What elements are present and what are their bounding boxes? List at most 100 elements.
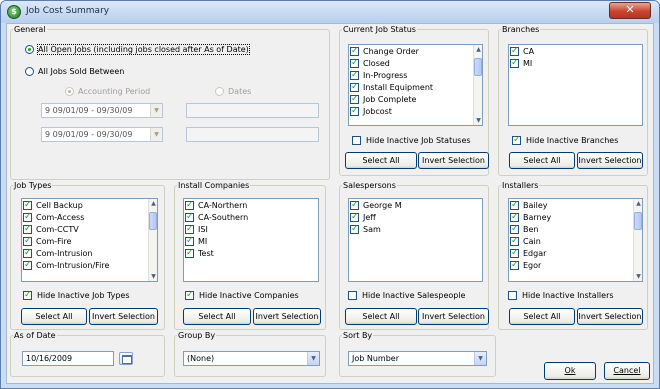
list-item[interactable]: Cain <box>509 235 642 248</box>
scroll-up-icon[interactable]: ▲ <box>149 199 157 208</box>
hide-inactive-branches[interactable]: Hide Inactive Branches <box>512 134 618 147</box>
list-item[interactable]: Edgar <box>509 247 642 260</box>
list-item[interactable]: Com-Fire <box>22 235 157 248</box>
cancel-button[interactable]: Cancel <box>604 362 650 380</box>
checkbox[interactable] <box>510 57 519 69</box>
salespersons-list[interactable]: George M Jeff Sam <box>348 198 483 282</box>
close-button[interactable]: ✕ <box>609 2 651 19</box>
branches-invert-selection-button[interactable]: Invert Selection <box>577 152 643 169</box>
accounting-period-option[interactable]: Accounting Period <box>65 86 150 98</box>
scroll-thumb[interactable] <box>634 212 642 230</box>
group-by-select[interactable]: (None) ▼ <box>183 351 320 366</box>
job-types-invert-selection-button[interactable]: Invert Selection <box>89 308 158 325</box>
branches-select-all-button[interactable]: Select All <box>509 152 575 169</box>
installers-scrollbar[interactable]: ▲ ▼ <box>633 199 642 281</box>
install-companies-invert-selection-button[interactable]: Invert Selection <box>253 308 321 325</box>
checkbox[interactable] <box>350 199 359 211</box>
list-item[interactable]: In-Progress <box>349 69 482 82</box>
date-to-field[interactable] <box>186 127 319 142</box>
title-bar[interactable]: $ Job Cost Summary ✕ <box>1 1 659 23</box>
checkbox[interactable] <box>510 223 519 235</box>
calendar-icon[interactable] <box>119 352 133 365</box>
date-from-field[interactable] <box>186 103 319 118</box>
list-item[interactable]: Jobcost <box>349 105 482 118</box>
checkbox[interactable] <box>510 45 519 57</box>
hide-inactive-installers[interactable]: Hide Inactive Installers <box>508 290 614 302</box>
all-open-jobs-radio[interactable] <box>25 45 34 54</box>
checkbox[interactable] <box>23 199 32 211</box>
checkbox[interactable] <box>510 235 519 247</box>
scroll-up-icon[interactable]: ▲ <box>634 199 642 208</box>
checkbox[interactable] <box>23 223 32 235</box>
list-item[interactable]: Job Complete <box>349 93 482 106</box>
job-types-select-all-button[interactable]: Select All <box>21 308 87 325</box>
checkbox[interactable] <box>185 223 194 235</box>
checkbox[interactable] <box>23 235 32 247</box>
checkbox[interactable] <box>23 247 32 259</box>
hide-inactive-salespeople[interactable]: Hide Inactive Salespeople <box>348 290 465 302</box>
hide-inactive-job-types[interactable]: Hide Inactive Job Types <box>23 289 130 302</box>
checkbox[interactable] <box>350 45 359 57</box>
list-item[interactable]: Bailey <box>509 199 642 212</box>
list-item[interactable]: CA <box>509 45 642 58</box>
list-item[interactable]: Egor <box>509 259 642 272</box>
scroll-down-icon[interactable]: ▼ <box>634 272 642 281</box>
checkbox[interactable] <box>510 247 519 259</box>
list-item[interactable]: CA-Northern <box>184 199 318 212</box>
install-companies-list[interactable]: CA-Northern CA-Southern ISI MI Test <box>183 198 319 282</box>
sort-by-select[interactable]: Job Number ▼ <box>348 351 487 366</box>
checkbox[interactable] <box>185 211 194 223</box>
scroll-thumb[interactable] <box>474 58 482 76</box>
checkbox[interactable] <box>185 289 194 301</box>
list-item[interactable]: CA-Southern <box>184 211 318 224</box>
list-item[interactable]: Barney <box>509 211 642 224</box>
checkbox[interactable] <box>348 291 357 300</box>
period-from-combo[interactable]: 9 09/01/09 - 09/30/09 ▼ <box>41 103 163 118</box>
hide-inactive-companies[interactable]: Hide Inactive Companies <box>185 289 299 302</box>
checkbox[interactable] <box>512 134 521 146</box>
list-item[interactable]: Install Equipment <box>349 81 482 94</box>
list-item[interactable]: Com-Intrusion/Fire <box>22 259 157 272</box>
accounting-period-radio[interactable] <box>65 87 74 96</box>
dates-radio[interactable] <box>215 87 224 96</box>
salespersons-invert-selection-button[interactable]: Invert Selection <box>418 308 489 325</box>
dates-option[interactable]: Dates <box>215 86 251 98</box>
install-companies-select-all-button[interactable]: Select All <box>183 308 251 325</box>
list-item[interactable]: Com-CCTV <box>22 223 157 236</box>
list-item[interactable]: Change Order <box>349 45 482 58</box>
checkbox[interactable] <box>508 291 517 300</box>
list-item[interactable]: Closed <box>349 57 482 70</box>
job-status-scrollbar[interactable]: ▲ ▼ <box>473 45 482 125</box>
checkbox[interactable] <box>23 211 32 223</box>
list-item[interactable]: Ben <box>509 223 642 236</box>
job-types-list[interactable]: Cell Backup Com-Access Com-CCTV Com-Fire… <box>21 198 158 282</box>
list-item[interactable]: MI <box>509 57 642 70</box>
scroll-down-icon[interactable]: ▼ <box>474 116 482 125</box>
checkbox[interactable] <box>510 259 519 271</box>
scroll-down-icon[interactable]: ▼ <box>149 272 157 281</box>
jobs-sold-between-option[interactable]: All Jobs Sold Between <box>25 66 124 78</box>
job-status-list[interactable]: Change Order Closed In-Progress Install … <box>348 44 483 126</box>
installers-invert-selection-button[interactable]: Invert Selection <box>577 308 643 325</box>
checkbox[interactable] <box>350 57 359 69</box>
scroll-up-icon[interactable]: ▲ <box>474 45 482 54</box>
list-item[interactable]: ISI <box>184 223 318 236</box>
checkbox[interactable] <box>185 235 194 247</box>
checkbox[interactable] <box>352 136 361 145</box>
branches-list[interactable]: CA MI <box>508 44 643 126</box>
checkbox[interactable] <box>23 259 32 271</box>
list-item[interactable]: Com-Access <box>22 211 157 224</box>
checkbox[interactable] <box>350 81 359 93</box>
hide-inactive-job-statuses[interactable]: Hide Inactive Job Statuses <box>352 135 471 147</box>
list-item[interactable]: Com-Intrusion <box>22 247 157 260</box>
jobs-sold-between-radio[interactable] <box>25 67 34 76</box>
as-of-date-field[interactable]: 10/16/2009 <box>22 351 114 366</box>
job-status-invert-selection-button[interactable]: Invert Selection <box>418 152 489 169</box>
salespersons-select-all-button[interactable]: Select All <box>345 308 417 325</box>
installers-select-all-button[interactable]: Select All <box>509 308 575 325</box>
list-item[interactable]: MI <box>184 235 318 248</box>
period-to-combo[interactable]: 9 09/01/09 - 09/30/09 ▼ <box>41 127 163 142</box>
list-item[interactable]: Jeff <box>349 211 482 224</box>
checkbox[interactable] <box>510 199 519 211</box>
checkbox[interactable] <box>510 211 519 223</box>
